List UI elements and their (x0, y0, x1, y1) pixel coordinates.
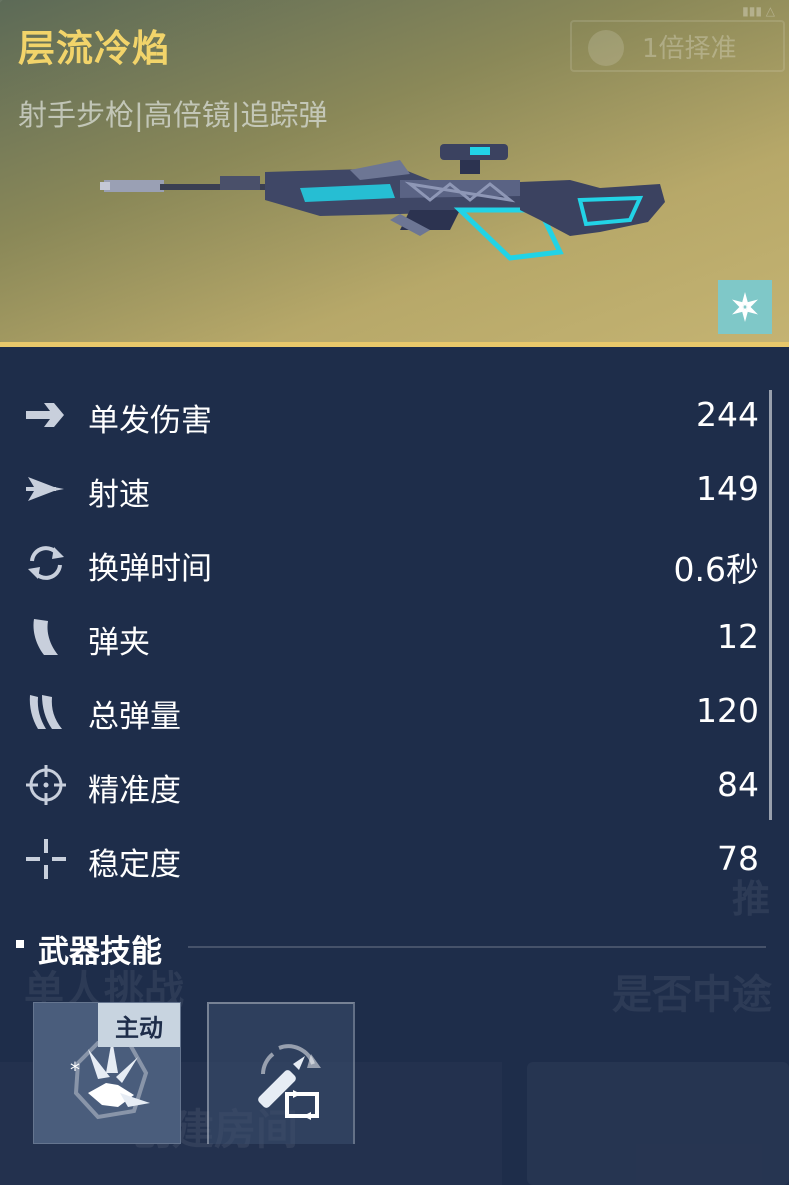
skill-card-tracking[interactable] (207, 1002, 355, 1144)
weapon-name: 层流冷焰 (18, 27, 170, 70)
section-rule (188, 946, 766, 948)
stat-label: 单发伤害 (88, 403, 212, 439)
stat-row-damage: 单发伤害 244 (0, 383, 789, 443)
stat-label: 稳定度 (88, 847, 181, 883)
section-bullet-icon (16, 940, 24, 948)
stat-row-stability: 稳定度 78 (0, 827, 789, 887)
sniper-rifle-image (100, 144, 665, 261)
ghost-scope-badge: 1倍择准 (570, 20, 785, 72)
magazine-icon (33, 619, 58, 655)
stat-row-total-ammo: 总弹量 120 (0, 679, 789, 739)
snowflake-icon (732, 292, 758, 322)
scope-dot-icon (588, 30, 624, 66)
stability-icon (26, 839, 66, 879)
crosshair-icon (26, 765, 66, 805)
weapon-header: ▮▮▮ △ 1倍择准 层流冷焰 射手步枪|高倍镜|追踪弹 (0, 0, 789, 342)
stat-label: 精准度 (88, 773, 181, 809)
stat-value: 12 (717, 617, 759, 656)
stat-label: 换弹时间 (88, 551, 212, 587)
stat-row-fire-rate: 射速 149 (0, 457, 789, 517)
skill-card-active[interactable]: * 主动 (33, 1002, 181, 1144)
stat-value: 84 (717, 765, 759, 804)
stat-value: 78 (717, 839, 759, 878)
stat-value: 149 (696, 469, 759, 508)
arrow-right-icon (26, 403, 64, 427)
skill-tag-active: 主动 (98, 1003, 180, 1047)
fire-rate-icon (26, 477, 64, 501)
weapon-skills-title: 武器技能 (38, 934, 162, 970)
ammo-icon (29, 695, 62, 729)
weapon-tags: 射手步枪|高倍镜|追踪弹 (18, 98, 328, 132)
ice-crystal-icon: * (70, 1038, 150, 1120)
tracking-bullet-icon (258, 1044, 321, 1120)
svg-text:*: * (70, 1058, 80, 1082)
stat-value: 0.6秒 (673, 550, 759, 589)
stat-label: 总弹量 (88, 699, 181, 735)
stat-row-accuracy: 精准度 84 (0, 753, 789, 813)
reload-icon (28, 546, 64, 580)
ghost-status: ▮▮▮ △ (742, 4, 775, 18)
weapon-skills-header: 武器技能 (16, 926, 766, 970)
stat-value: 244 (696, 395, 759, 434)
ghost-whether: 是否中途 (612, 972, 772, 1018)
header-divider (0, 342, 789, 347)
stat-value: 120 (696, 691, 759, 730)
stat-row-reload: 换弹时间 0.6秒 (0, 531, 789, 591)
element-badge (718, 280, 772, 334)
stat-label: 弹夹 (88, 625, 150, 661)
ghost-panel-right (527, 1062, 789, 1185)
stat-label: 射速 (88, 477, 150, 513)
stat-row-magazine: 弹夹 12 (0, 605, 789, 665)
